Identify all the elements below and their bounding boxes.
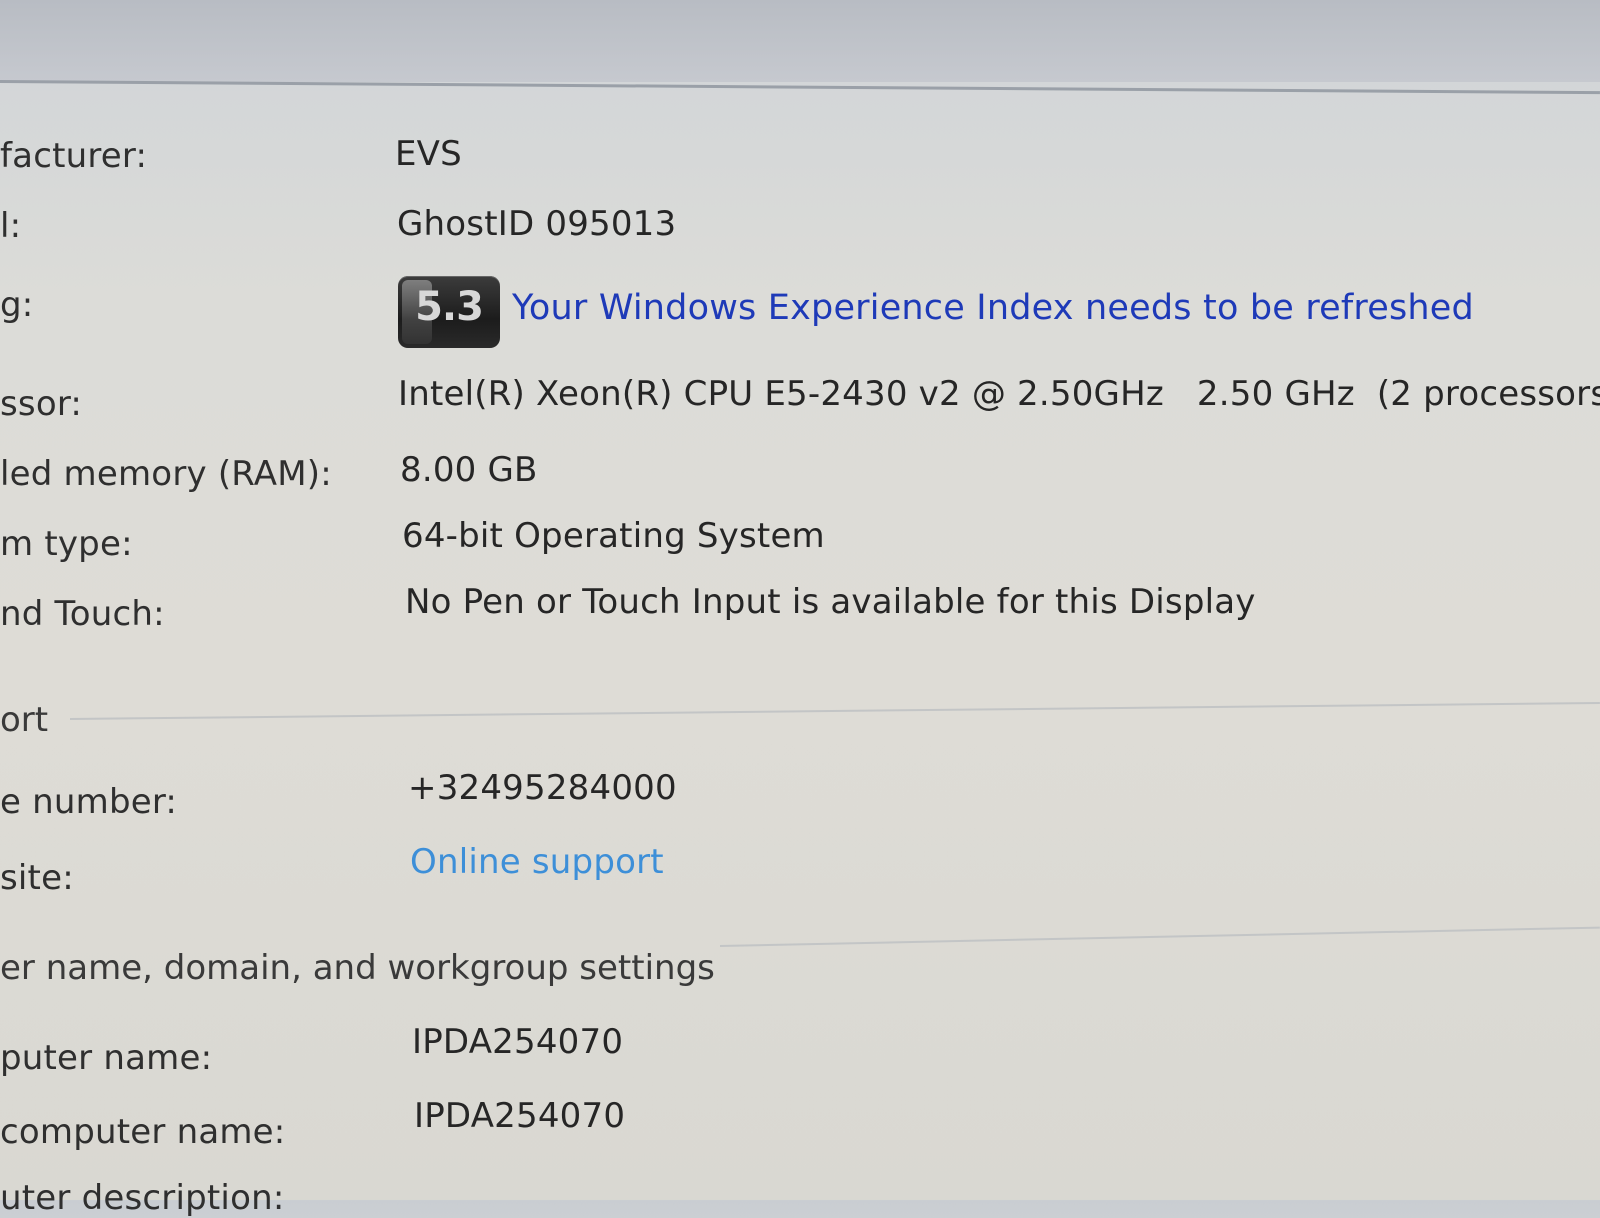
- rating-label: g:: [0, 285, 34, 325]
- experience-index-score: 5.3: [415, 284, 484, 330]
- manufacturer-label: facturer:: [0, 136, 148, 176]
- system-type-label: m type:: [0, 524, 133, 564]
- experience-index-link[interactable]: Your Windows Experience Index needs to b…: [512, 288, 1474, 328]
- computer-section-title: er name, domain, and workgroup settings: [0, 948, 715, 988]
- window-top-band: [0, 0, 1600, 82]
- website-label: site:: [0, 858, 74, 898]
- support-section-divider: [69, 701, 1600, 720]
- processor-label: ssor:: [0, 384, 83, 424]
- top-divider: [0, 80, 1600, 95]
- experience-index-badge[interactable]: 5.3: [398, 276, 500, 348]
- model-value: GhostID 095013: [397, 204, 677, 244]
- model-label: l:: [0, 206, 22, 246]
- system-type-value: 64-bit Operating System: [402, 516, 825, 556]
- support-section-title: ort: [0, 700, 49, 740]
- computer-section-divider: [719, 926, 1600, 947]
- memory-value: 8.00 GB: [400, 450, 538, 490]
- computer-name-value: IPDA254070: [412, 1022, 624, 1062]
- pen-touch-value: No Pen or Touch Input is available for t…: [405, 582, 1256, 622]
- phone-value: +32495284000: [408, 768, 677, 808]
- computer-description-label: uter description:: [0, 1178, 285, 1218]
- computer-name-label: puter name:: [0, 1038, 213, 1078]
- full-computer-name-value: IPDA254070: [414, 1096, 626, 1136]
- full-computer-name-label: computer name:: [0, 1112, 286, 1152]
- phone-label: e number:: [0, 782, 178, 822]
- online-support-link[interactable]: Online support: [410, 842, 664, 882]
- pen-touch-label: nd Touch:: [0, 594, 165, 634]
- memory-label: led memory (RAM):: [0, 454, 332, 494]
- processor-value: Intel(R) Xeon(R) CPU E5-2430 v2 @ 2.50GH…: [398, 374, 1600, 414]
- manufacturer-value: EVS: [395, 134, 462, 174]
